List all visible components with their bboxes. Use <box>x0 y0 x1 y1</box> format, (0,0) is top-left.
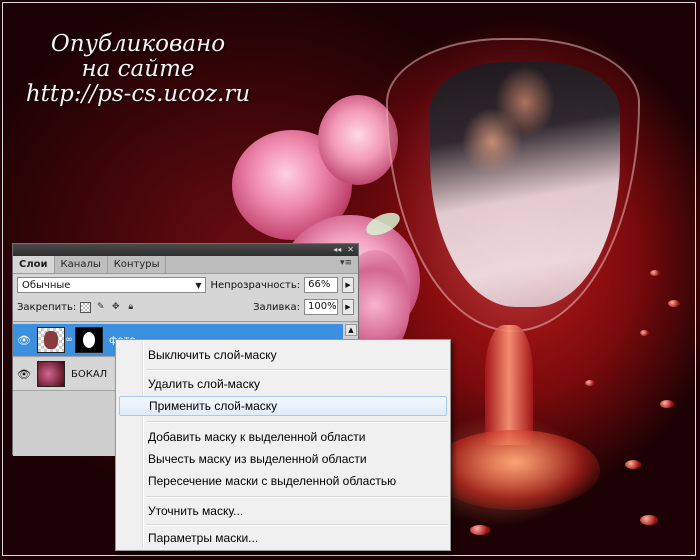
brush-icon[interactable]: ✎ <box>95 302 106 313</box>
menu-item-delete-mask[interactable]: Удалить слой-маску <box>119 374 447 394</box>
menu-separator <box>146 421 448 423</box>
water-drop <box>650 270 660 276</box>
lock-label: Закрепить: <box>17 301 77 313</box>
blend-mode-select[interactable]: Обычные ▼ <box>17 277 207 293</box>
panel-title-bar[interactable]: ◂◂ ✕ <box>13 244 358 256</box>
fill-label: Заливка: <box>253 301 300 313</box>
tab-paths[interactable]: Контуры <box>108 256 167 273</box>
watermark-line: на сайте <box>81 56 195 82</box>
wine-glass-base <box>430 430 600 510</box>
collapse-icon[interactable]: ◂◂ <box>333 244 341 256</box>
layer-name[interactable]: БОКАЛ <box>71 369 107 380</box>
menu-item-disable-mask[interactable]: Выключить слой-маску <box>119 345 447 365</box>
water-drop <box>640 330 649 336</box>
panel-menu-icon[interactable]: ▾≡ <box>340 258 352 268</box>
layer-thumbnail[interactable] <box>37 327 65 353</box>
eye-icon[interactable]: 👁︎ <box>13 368 35 381</box>
lock-icon[interactable]: 🔒︎ <box>125 302 136 313</box>
fill-slider-button[interactable]: ▶ <box>342 299 354 315</box>
opacity-label: Непрозрачность: <box>210 279 301 291</box>
menu-item-intersect-mask-with-selection[interactable]: Пересечение маски с выделенной областью <box>119 471 447 491</box>
watermark-line: Опубликовано <box>50 31 226 57</box>
opacity-slider-button[interactable]: ▶ <box>342 277 354 293</box>
menu-separator <box>146 496 448 498</box>
layer-mask-context-menu: Выключить слой-маску Удалить слой-маску … <box>115 339 451 551</box>
tab-layers[interactable]: Слои <box>13 256 55 273</box>
water-drop <box>470 525 490 535</box>
water-drop <box>660 400 674 408</box>
menu-item-add-mask-to-selection[interactable]: Добавить маску к выделенной области <box>119 427 447 447</box>
water-drop <box>668 300 680 307</box>
tab-channels[interactable]: Каналы <box>55 256 108 273</box>
blend-mode-value: Обычные <box>22 279 71 291</box>
blend-row: Обычные ▼ Непрозрачность: 66% ▶ <box>13 274 358 296</box>
menu-separator <box>146 369 448 371</box>
menu-separator <box>146 524 448 526</box>
move-icon[interactable]: ✥ <box>110 302 121 313</box>
wine-glass-stem <box>485 325 533 445</box>
menu-item-mask-options[interactable]: Параметры маски... <box>119 528 447 548</box>
scroll-up-button[interactable]: ▲ <box>345 324 357 336</box>
water-drop <box>640 515 658 525</box>
menu-item-subtract-mask-from-selection[interactable]: Вычесть маску из выделенной области <box>119 449 447 469</box>
close-icon[interactable]: ✕ <box>347 244 354 256</box>
lock-transparency-icon[interactable] <box>80 301 92 313</box>
eye-icon[interactable]: 👁︎ <box>13 334 35 347</box>
water-drop <box>585 380 595 386</box>
menu-item-apply-mask[interactable]: Применить слой-маску <box>119 396 447 416</box>
chevron-down-icon: ▼ <box>195 280 202 290</box>
layer-mask-thumbnail[interactable] <box>75 327 103 353</box>
link-icon[interactable]: ∞ <box>65 335 73 345</box>
water-drop <box>625 460 641 469</box>
lock-row: Закрепить: ✎ ✥ 🔒︎ Заливка: 100% ▶ <box>13 296 358 318</box>
fill-input[interactable]: 100% <box>304 299 338 315</box>
layer-thumbnail[interactable] <box>37 361 65 387</box>
menu-item-refine-mask[interactable]: Уточнить маску... <box>119 501 447 521</box>
watermark-text: Опубликовано на сайте http://ps-cs.ucoz.… <box>18 32 258 107</box>
panel-tabs: Слои Каналы Контуры ▾≡ <box>13 256 358 274</box>
opacity-input[interactable]: 66% <box>304 277 339 293</box>
watermark-line: http://ps-cs.ucoz.ru <box>25 81 251 107</box>
